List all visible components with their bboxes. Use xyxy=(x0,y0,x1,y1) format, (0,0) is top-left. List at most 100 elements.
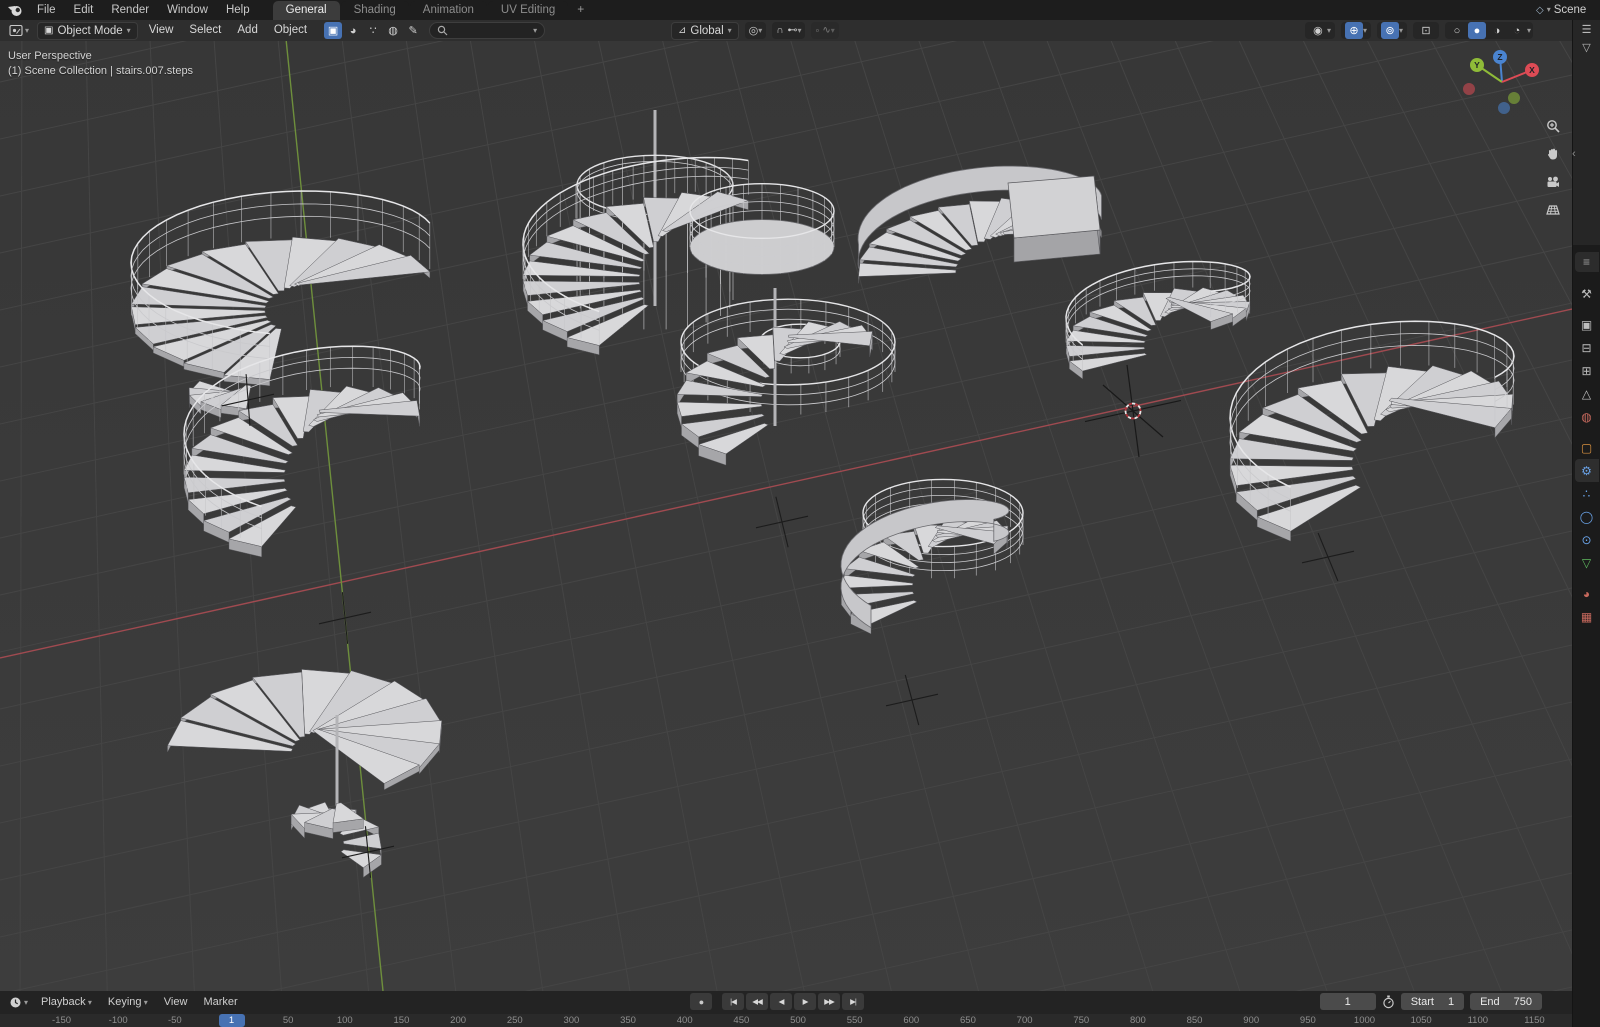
editor-type-button[interactable]: ▾ xyxy=(4,20,34,41)
stairs-right-small xyxy=(1066,262,1250,379)
blender-logo-icon[interactable] xyxy=(6,2,24,18)
workspace-tab-general[interactable]: General xyxy=(273,1,340,20)
region-collapse-icon[interactable]: ‹ xyxy=(1572,148,1576,160)
ruler-frame-number: 700 xyxy=(1017,1015,1033,1026)
outliner-header: ☰▽ xyxy=(1573,20,1600,248)
perspective-toggle-button[interactable] xyxy=(1542,199,1564,221)
viewport-menu-view[interactable]: View xyxy=(141,20,182,41)
viewport-3d[interactable]: ZYX User Perspective (1) Scene Collectio… xyxy=(0,41,1572,991)
ruler-frame-number: 1050 xyxy=(1411,1015,1432,1026)
overlays-button[interactable]: ⊚▾ xyxy=(1377,22,1407,39)
timeline-menu-playback[interactable]: Playback ▾ xyxy=(33,991,100,1014)
shading-sphere-icon[interactable]: ◕ xyxy=(344,22,362,39)
timeline-menu-marker[interactable]: Marker xyxy=(195,991,245,1014)
properties-editor-icon[interactable]: ≡ xyxy=(1575,252,1599,272)
auto-key-record-button[interactable]: ● xyxy=(690,993,712,1010)
outliner-tree-icon[interactable]: ☰ xyxy=(1582,24,1592,37)
start-frame-field[interactable]: Start 1 xyxy=(1401,993,1464,1010)
figures-icon[interactable]: ∵ xyxy=(364,22,382,39)
menu-edit[interactable]: Edit xyxy=(65,0,103,20)
shading-rendered-icon[interactable]: ◔ xyxy=(1508,22,1526,39)
orientation-selector[interactable]: ⊿ Global ▾ xyxy=(671,22,739,40)
timeline-editor-type-button[interactable]: ▾ xyxy=(4,992,33,1013)
pivot-selector[interactable]: ◎ ▾ xyxy=(745,22,767,39)
playhead-badge[interactable]: 1 xyxy=(219,1014,245,1027)
timeline-ruler[interactable]: -150-100-5050100150200250300350400450500… xyxy=(0,1014,1572,1027)
workspace-tabs: GeneralShadingAnimationUV Editing+ xyxy=(273,0,593,20)
play-reverse-button[interactable]: ◀ xyxy=(770,993,792,1010)
end-frame-field[interactable]: End 750 xyxy=(1470,993,1542,1010)
paint-bucket-icon[interactable]: ✎ xyxy=(404,22,422,39)
menu-help[interactable]: Help xyxy=(217,0,259,20)
workspace-tab-animation[interactable]: Animation xyxy=(410,1,487,20)
move-hand-button[interactable] xyxy=(1542,143,1564,165)
stopwatch-icon[interactable] xyxy=(1382,995,1395,1009)
prev-keyframe-button[interactable]: ◀◀ xyxy=(746,993,768,1010)
snapping-controls[interactable]: ∩ ⊷ ▾ xyxy=(772,22,805,39)
chevron-down-icon: ▾ xyxy=(86,998,92,1007)
camera-view-button[interactable] xyxy=(1542,171,1564,193)
tab-render[interactable]: ▣ xyxy=(1575,313,1599,336)
menu-file[interactable]: File xyxy=(28,0,65,20)
chevron-down-icon: ▾ xyxy=(1527,27,1531,35)
xray-button[interactable]: ⊡ xyxy=(1413,22,1439,39)
zoom-button[interactable] xyxy=(1542,115,1564,137)
outliner-filter-icon[interactable]: ▽ xyxy=(1582,42,1590,55)
menu-render[interactable]: Render xyxy=(102,0,158,20)
end-label: End xyxy=(1480,996,1500,1008)
tab-modifiers[interactable]: ⚙ xyxy=(1575,459,1599,482)
tab-world[interactable]: ◍ xyxy=(1575,405,1599,428)
shading-solid-icon[interactable]: ● xyxy=(1468,22,1486,39)
steps xyxy=(523,192,748,355)
ruler-frame-number: -50 xyxy=(168,1015,182,1026)
transport-buttons: |◀◀◀◀▶▶▶▶| xyxy=(722,993,864,1010)
tab-material[interactable]: ◕ xyxy=(1575,582,1599,605)
playback-controls: ● |◀◀◀◀▶▶▶▶| xyxy=(690,993,864,1010)
viewport-editor-icon xyxy=(9,24,23,37)
select-box-icon[interactable]: ▣ xyxy=(324,22,342,39)
tab-view-layer[interactable]: ⊞ xyxy=(1575,359,1599,382)
menu-window[interactable]: Window xyxy=(158,0,217,20)
tab-texture[interactable]: ▦ xyxy=(1575,605,1599,628)
current-frame-field[interactable]: 1 xyxy=(1320,993,1376,1010)
globe-icon[interactable]: ◍ xyxy=(384,22,402,39)
tab-constraints[interactable]: ⊙ xyxy=(1575,528,1599,551)
xray-icon: ⊡ xyxy=(1417,22,1435,39)
next-keyframe-button[interactable]: ▶▶ xyxy=(818,993,840,1010)
tab-object[interactable]: ▢ xyxy=(1575,436,1599,459)
topbar: FileEditRenderWindowHelp GeneralShadingA… xyxy=(0,0,1600,20)
timeline-editor: ▾ Playback ▾Keying ▾ViewMarker ● |◀◀◀◀▶▶… xyxy=(0,991,1572,1027)
jump-to-end-button[interactable]: ▶| xyxy=(842,993,864,1010)
ruler-frame-number: -150 xyxy=(52,1015,71,1026)
shading-material-icon[interactable]: ◑ xyxy=(1488,22,1506,39)
tab-output[interactable]: ⊟ xyxy=(1575,336,1599,359)
tab-scene[interactable]: △ xyxy=(1575,382,1599,405)
tab-physics[interactable]: ◯ xyxy=(1575,505,1599,528)
tab-data[interactable]: ▽ xyxy=(1575,551,1599,574)
search-input[interactable]: ▾ xyxy=(429,22,545,39)
view-perspective-label: User Perspective xyxy=(8,49,193,64)
viewport-menu-object[interactable]: Object xyxy=(266,20,315,41)
scene-icon: ◇ xyxy=(1536,5,1544,16)
shading-wireframe-icon[interactable]: ○ xyxy=(1448,22,1466,39)
tab-tool[interactable]: ⚒ xyxy=(1575,282,1599,305)
gizmos-button[interactable]: ⊕▾ xyxy=(1341,22,1371,39)
workspace-tab-uv-editing[interactable]: UV Editing xyxy=(488,1,568,20)
start-label: Start xyxy=(1411,996,1434,1008)
mode-toggle-group: ▣◕∵◍✎ xyxy=(323,22,423,39)
viewport-menu-add[interactable]: Add xyxy=(229,20,265,41)
viewport-menu-select[interactable]: Select xyxy=(181,20,229,41)
mode-selector[interactable]: ▣ Object Mode ▾ xyxy=(37,22,138,40)
tab-particles[interactable]: ∴ xyxy=(1575,482,1599,505)
workspace-tab-shading[interactable]: Shading xyxy=(341,1,409,20)
play-button[interactable]: ▶ xyxy=(794,993,816,1010)
add-workspace-button[interactable]: + xyxy=(569,0,592,20)
svg-text:Y: Y xyxy=(1474,60,1480,70)
proportional-editing-controls[interactable]: ◦ ∿ ▾ xyxy=(811,22,838,39)
object-visibility-button[interactable]: ◉▾ xyxy=(1305,22,1335,39)
jump-to-start-button[interactable]: |◀ xyxy=(722,993,744,1010)
scene-selector[interactable]: ◇ ▾ Scene xyxy=(1536,0,1600,20)
timeline-menu-view[interactable]: View xyxy=(156,991,196,1014)
timeline-menu-keying[interactable]: Keying ▾ xyxy=(100,991,156,1014)
stairs-solid-rail-box xyxy=(1008,176,1100,262)
